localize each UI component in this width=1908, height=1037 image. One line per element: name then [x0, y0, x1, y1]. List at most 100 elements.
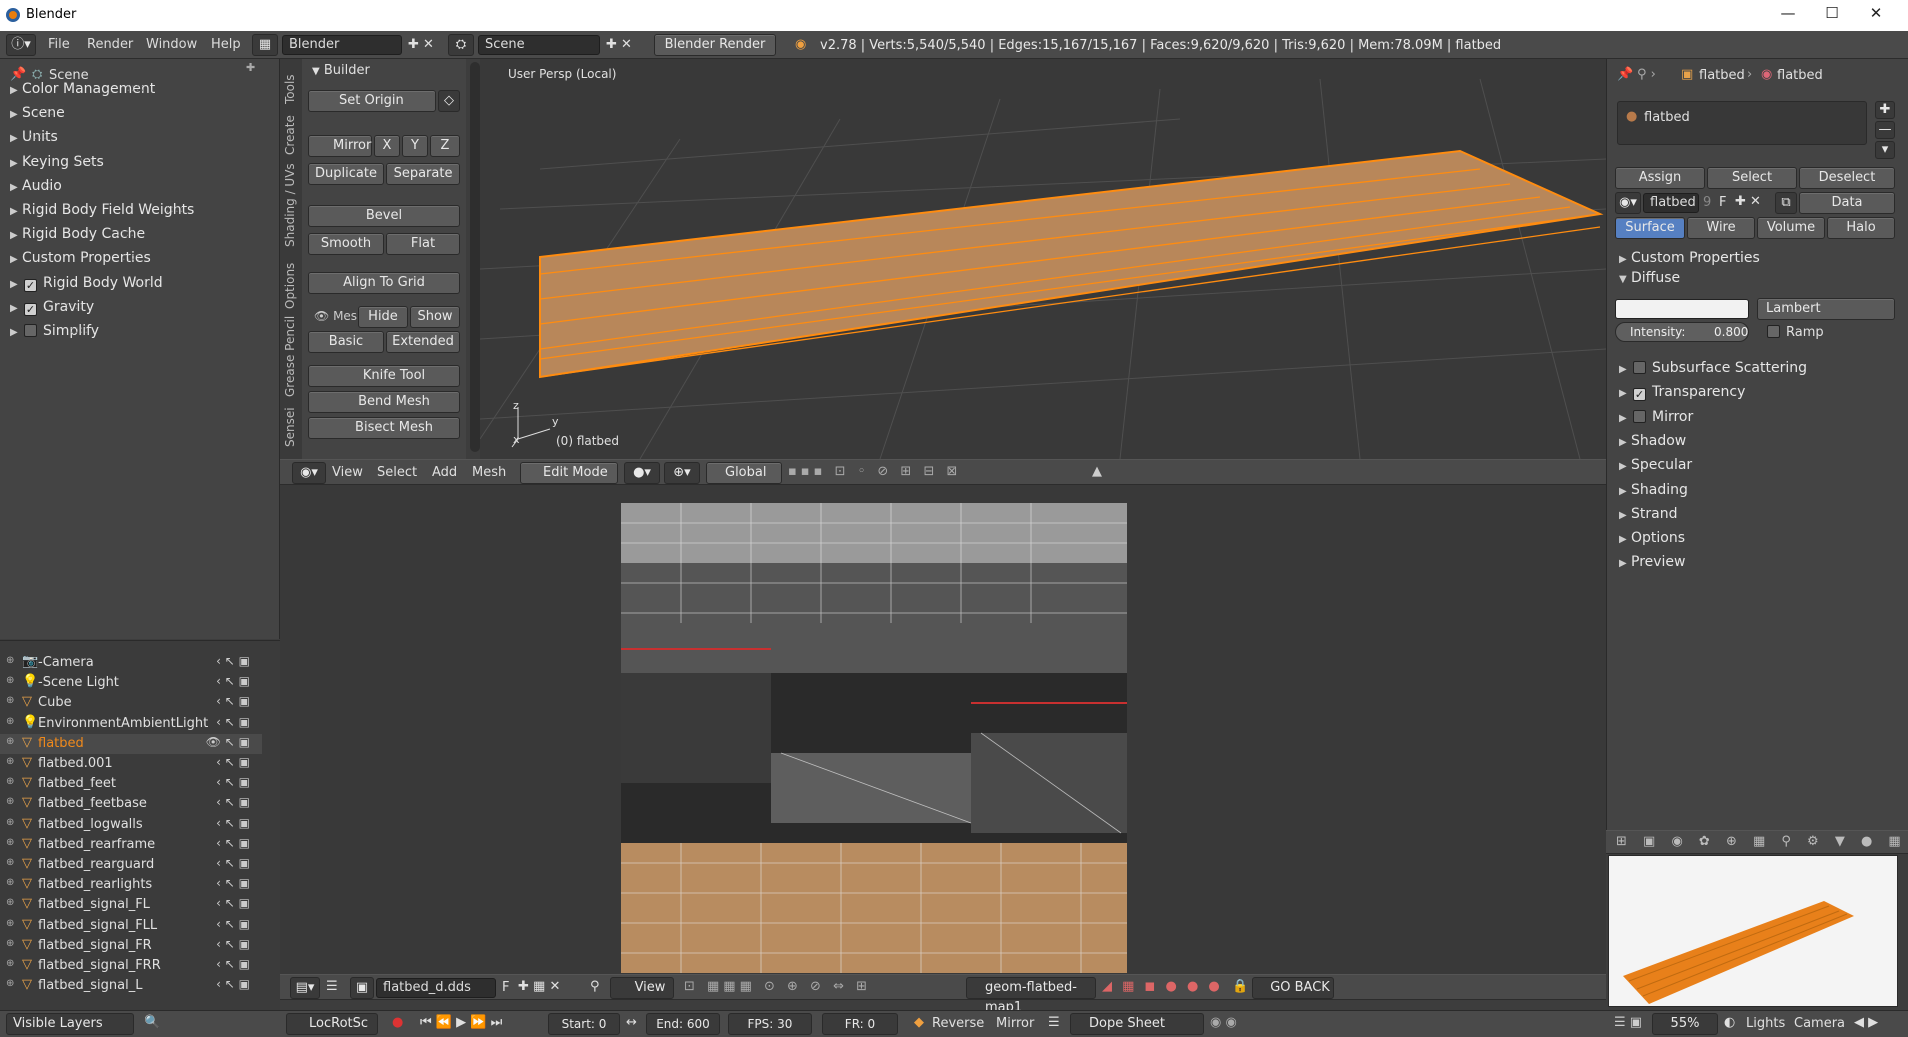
section-checkbox[interactable] [24, 324, 37, 337]
expand-arrow-icon[interactable]: ▶ [10, 327, 22, 338]
expand-arrow-icon[interactable]: ▶ [10, 279, 22, 290]
timeline-extra-icons[interactable]: ◉ ◉ [1210, 1015, 1237, 1030]
tab-volume[interactable]: Volume [1757, 217, 1825, 239]
outliner-row[interactable]: ⊕ ▽ flatbed_rearguard ‹ ↖ ▣ [0, 855, 262, 875]
select-mode-icons[interactable]: ▪▪▪ ⊡ ◦ ⊘ ⊞ ⊟ ⊠ [788, 464, 961, 479]
uv-view-menu[interactable]: View [610, 977, 674, 999]
extended-button[interactable]: Extended [386, 331, 460, 353]
section-checkbox[interactable]: ✓ [24, 302, 37, 316]
menu-view[interactable]: View [332, 465, 363, 480]
screen-layout-icon[interactable]: ▦ [252, 34, 278, 56]
3d-viewport[interactable]: User Persp (Local) (0) flatbed z y x [480, 59, 1606, 459]
expand-arrow-icon[interactable]: ▶ [1619, 388, 1631, 399]
expand-icon[interactable]: ⊕ [6, 695, 14, 706]
scene-section-row[interactable]: ▶ ✓ Rigid Body World:::: [10, 275, 163, 292]
pin-icon-right[interactable]: 📌 [1617, 67, 1633, 82]
material-section-row[interactable]: ▶ Options [1619, 530, 1685, 546]
align-to-grid-button[interactable]: Align To Grid [308, 272, 460, 294]
drag-handle-icon[interactable]: :::: [126, 81, 145, 94]
scene-section-row[interactable]: ▶ Rigid Body Cache:::: [10, 226, 145, 242]
restrict-toggles-icon[interactable]: ‹ ↖ ▣ [216, 957, 250, 971]
restrict-toggles-icon[interactable]: ‹ ↖ ▣ [216, 816, 250, 830]
mirror-x-button[interactable]: X [374, 135, 400, 157]
tab-create[interactable]: Create [283, 115, 297, 155]
add-screen-icon[interactable]: ✚ ✕ [408, 37, 434, 52]
tab-grease-pencil[interactable]: Grease Pencil [283, 316, 297, 397]
menu-select[interactable]: Select [377, 465, 417, 480]
section-checkbox[interactable] [1633, 409, 1646, 423]
drag-handle-icon[interactable]: :::: [70, 323, 89, 336]
editor-type-3d-icon[interactable]: ◉▾ [292, 462, 326, 484]
scene-section-row[interactable]: ▶ Simplify:::: [10, 323, 99, 339]
frame-field[interactable]: FR: 0 [822, 1013, 898, 1035]
uv-pin-icon[interactable]: ⚲ [590, 979, 600, 994]
material-slot-list[interactable]: ● flatbed [1617, 101, 1867, 145]
material-section-row[interactable]: ▶ Specular [1619, 457, 1692, 473]
expand-arrow-icon[interactable]: ▶ [10, 254, 22, 265]
menu-mesh[interactable]: Mesh [472, 465, 506, 480]
expand-icon[interactable]: ⊕ [6, 776, 14, 787]
preview-nav-icons[interactable]: ◀ ▶ [1854, 1015, 1878, 1030]
uv-map-field[interactable]: geom-flatbed-map1 [966, 977, 1096, 1015]
maximize-button[interactable]: ☐ [1812, 4, 1852, 26]
material-actions-icons[interactable]: ✚ ✕ [1735, 194, 1761, 209]
expand-arrow-icon[interactable]: ▶ [10, 182, 22, 193]
scene-section-row[interactable]: ▶ Scene:::: [10, 105, 65, 121]
expand-icon[interactable]: ⊕ [6, 837, 14, 848]
menu-window[interactable]: Window [146, 37, 197, 52]
bevel-button[interactable]: Bevel [308, 205, 460, 227]
material-browse-icon[interactable]: ◉▾ [1615, 192, 1641, 214]
material-name-field[interactable]: flatbed [1643, 193, 1699, 213]
minimize-button[interactable]: — [1768, 4, 1808, 26]
expand-arrow-icon[interactable]: ▶ [1619, 437, 1631, 448]
menu-add[interactable]: Add [432, 465, 457, 480]
restrict-toggles-icon[interactable]: ‹ ↖ ▣ [216, 654, 250, 668]
scene-section-row[interactable]: ▶ Keying Sets:::: [10, 154, 104, 170]
expand-arrow-icon[interactable]: ▶ [1619, 413, 1631, 424]
basic-button[interactable]: Basic [308, 331, 384, 353]
outliner-row[interactable]: ⊕ ▽ flatbed_signal_FL ‹ ↖ ▣ [0, 895, 262, 915]
restrict-toggles-icon[interactable]: ‹ ↖ ▣ [216, 755, 250, 769]
outliner-row[interactable]: ⊕ 💡 -Scene Light ‹ ↖ ▣ [0, 673, 262, 693]
outliner-row[interactable]: ⊕ ▽ flatbed_logwalls ‹ ↖ ▣ [0, 815, 262, 835]
info-editor-type-button[interactable]: ⓘ▾ [6, 34, 36, 56]
section-checkbox[interactable]: ✓ [24, 278, 37, 292]
add-slot-button[interactable]: ✚ [1875, 101, 1895, 119]
uv-menu-icon[interactable]: ☰ [326, 979, 338, 994]
outliner-row[interactable]: ⊕ ▽ flatbed.001 ‹ ↖ ▣ [0, 754, 262, 774]
tab-halo[interactable]: Halo [1827, 217, 1895, 239]
restrict-toggles-icon[interactable]: ‹ ↖ ▣ [216, 917, 250, 931]
flat-button[interactable]: Flat [386, 233, 460, 255]
dope-sheet-select[interactable]: Dope Sheet [1070, 1013, 1204, 1035]
image-actions-icons[interactable]: ✚ ▦ ✕ [518, 979, 560, 994]
scene-section-row[interactable]: ▶ ✓ Gravity:::: [10, 299, 94, 316]
expand-arrow-icon[interactable]: ▶ [10, 206, 22, 217]
expand-arrow-icon[interactable]: ▶ [1619, 461, 1631, 472]
preview-menu-icon[interactable]: ☰ ▣ [1614, 1015, 1642, 1030]
mirror-button[interactable]: Mirror [996, 1016, 1034, 1031]
expand-arrow-icon[interactable]: ▶ [10, 133, 22, 144]
show-button[interactable]: Show [410, 306, 460, 328]
pin-icon[interactable]: 📌 [10, 67, 26, 82]
material-section-row[interactable]: ▶ Mirror [1619, 409, 1693, 425]
image-browse-icon[interactable]: ▣ [350, 977, 374, 999]
scene-section-row[interactable]: ▶ Custom Properties:::: [10, 250, 151, 266]
select-button[interactable]: Select [1707, 167, 1797, 189]
material-section-row[interactable]: ▶ Strand [1619, 506, 1677, 522]
slot-menu-button[interactable]: ▾ [1875, 141, 1895, 159]
scene-section-row[interactable]: ▶ Units:::: [10, 129, 58, 145]
outliner-row[interactable]: ⊕ ▽ flatbed_signal_L ‹ ↖ ▣ [0, 976, 262, 996]
image-fake-user-toggle[interactable]: F [502, 980, 509, 995]
outliner-row[interactable]: ⊕ 📷 -Camera ‹ ↖ ▣ [0, 653, 262, 673]
expand-icon[interactable]: ⊕ [6, 655, 14, 666]
deselect-button[interactable]: Deselect [1799, 167, 1895, 189]
reverse-button[interactable]: Reverse [932, 1016, 984, 1031]
menu-render[interactable]: Render [87, 37, 133, 52]
tool-shelf-scrollbar[interactable] [470, 62, 480, 452]
record-icon[interactable]: ● [392, 1015, 403, 1030]
start-frame-field[interactable]: Start: 0 [548, 1013, 620, 1035]
restrict-toggles-icon[interactable]: ‹ ↖ ▣ [216, 856, 250, 870]
expand-icon[interactable]: ⊕ [6, 857, 14, 868]
drag-handle-icon[interactable]: :::: [65, 299, 84, 312]
outliner-search-icon[interactable]: 🔍 [144, 1015, 160, 1030]
